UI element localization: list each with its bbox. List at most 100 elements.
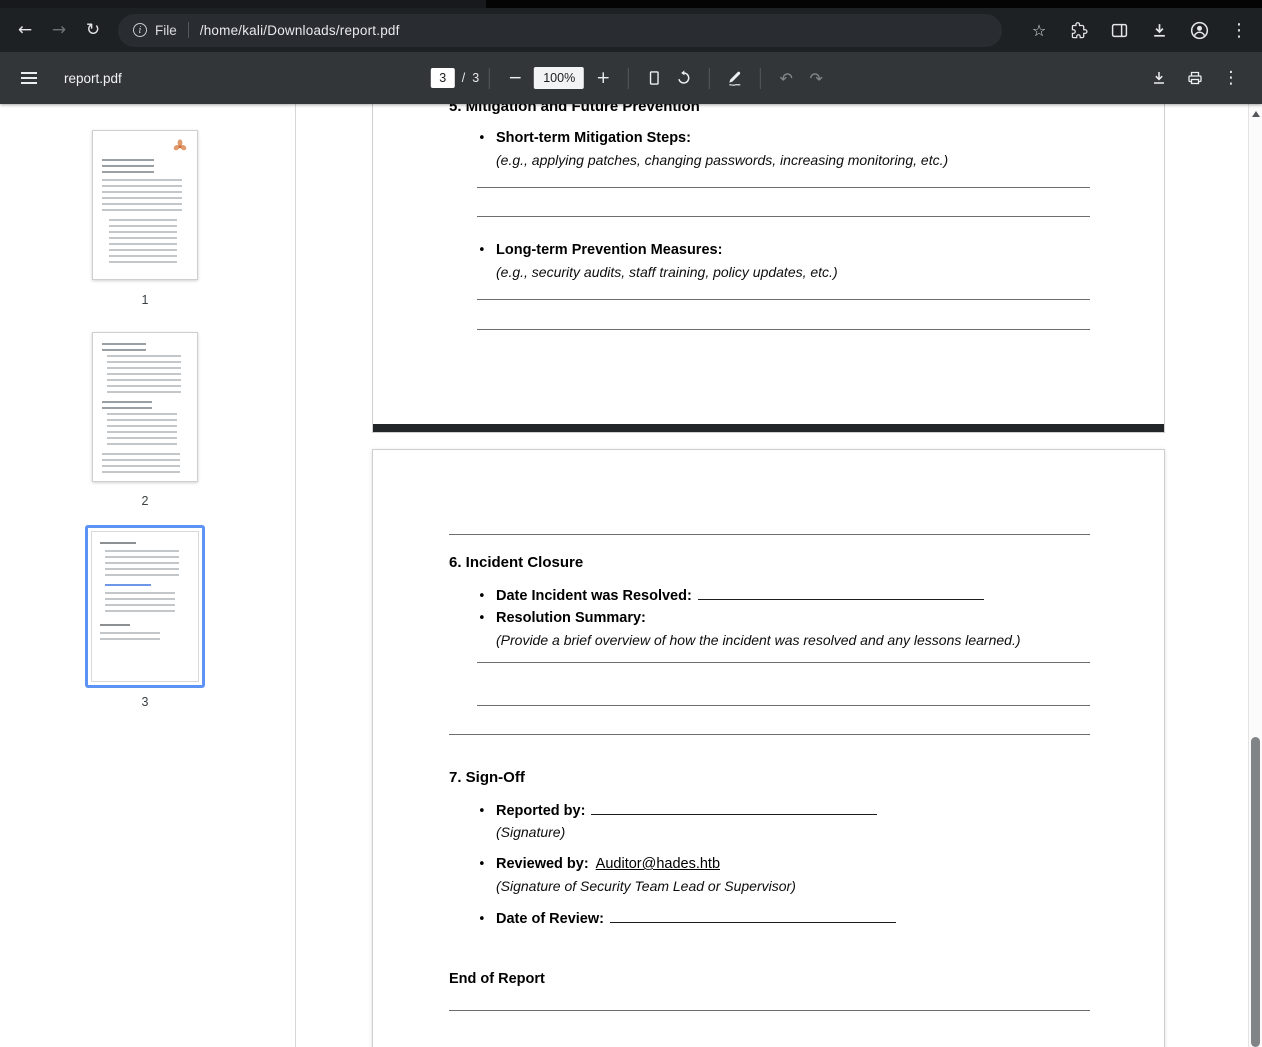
reviewed-by-hint: (Signature of Security Team Lead or Supe… <box>496 876 796 896</box>
toolbar-divider <box>628 68 629 89</box>
thumbnail-label-2: 2 <box>92 494 198 508</box>
page-info-icon[interactable]: i <box>133 23 147 37</box>
thumbnail-text-lines <box>102 453 180 473</box>
reported-by-item: •Reported by: <box>478 800 877 820</box>
flower-logo-icon <box>172 138 188 154</box>
page-thumbnail-1[interactable] <box>92 130 198 280</box>
page-number-input[interactable]: 3 <box>431 68 455 88</box>
thumbnail-text-lines <box>107 355 181 395</box>
bullet-icon: • <box>478 609 496 629</box>
reported-by-hint: (Signature) <box>496 822 565 842</box>
thumbnail-link-line <box>105 584 151 586</box>
thumbnail-text-lines <box>102 179 182 213</box>
toolbar-divider <box>709 68 710 89</box>
fill-in-blank[interactable] <box>610 908 896 923</box>
short-term-item: •Short-term Mitigation Steps: <box>478 128 691 148</box>
long-term-item: •Long-term Prevention Measures: <box>478 240 722 260</box>
bullet-icon: • <box>478 855 496 875</box>
pdf-page-2: 5. Mitigation and Future Prevention •Sho… <box>372 104 1165 433</box>
thumbnail-sidebar: 1 2 3 <box>0 104 296 1047</box>
thumbnail-text-lines <box>100 632 160 640</box>
section7-heading: 7. Sign-Off <box>449 768 525 788</box>
scroll-up-arrow-icon[interactable] <box>1252 111 1260 117</box>
rotate-icon[interactable] <box>669 63 699 93</box>
toolbar-divider <box>489 68 490 89</box>
ruled-line <box>477 705 1090 706</box>
profile-avatar-icon[interactable] <box>1184 15 1214 45</box>
address-bar[interactable]: i File /home/kali/Downloads/report.pdf <box>118 14 1002 47</box>
menu-icon[interactable] <box>10 59 48 97</box>
short-term-hint: (e.g., applying patches, changing passwo… <box>496 150 948 170</box>
fill-in-blank[interactable] <box>698 585 984 600</box>
zoom-level[interactable]: 100% <box>534 67 584 89</box>
page-footer-band <box>373 424 1164 432</box>
reload-icon[interactable]: ↻ <box>76 13 110 47</box>
window-top-strip <box>0 0 1262 8</box>
thumbnail-label-3: 3 <box>85 695 205 709</box>
page-thumbnail-3-selected[interactable] <box>85 525 205 688</box>
redo-icon[interactable]: ↷ <box>801 63 831 93</box>
resolution-label: Resolution Summary: <box>496 610 646 626</box>
downloads-tray-icon[interactable] <box>1144 15 1174 45</box>
fill-in-blank[interactable] <box>591 800 877 815</box>
zoom-in-icon[interactable]: + <box>588 63 618 93</box>
fit-page-icon[interactable] <box>639 63 669 93</box>
url-path-text[interactable]: /home/kali/Downloads/report.pdf <box>200 23 400 38</box>
thumbnail-text-lines <box>102 343 146 351</box>
side-panel-icon[interactable] <box>1104 15 1134 45</box>
annotate-pen-icon[interactable] <box>720 63 750 93</box>
pdf-toolbar-center: 3 / 3 − 100% + ↶ ↷ <box>431 52 831 104</box>
resolution-hint: (Provide a brief overview of how the inc… <box>496 630 1021 650</box>
ruled-line <box>477 216 1090 217</box>
ruled-line <box>477 299 1090 300</box>
thumbnail-text-lines <box>105 592 175 614</box>
pdf-more-options-icon[interactable]: ⋮ <box>1216 63 1246 93</box>
section5-heading: 5. Mitigation and Future Prevention <box>449 104 700 117</box>
page-count-divider: / <box>462 71 465 85</box>
extensions-icon[interactable] <box>1064 15 1094 45</box>
ruled-line <box>449 534 1090 535</box>
forward-icon[interactable]: → <box>42 13 76 47</box>
date-of-review-item: •Date of Review: <box>478 908 896 928</box>
reviewed-by-item: •Reviewed by: Auditor@hades.htb <box>478 854 720 874</box>
zoom-out-icon[interactable]: − <box>500 63 530 93</box>
thumbnail-text-lines <box>102 159 154 173</box>
bullet-icon: • <box>478 129 496 149</box>
resolution-item: •Resolution Summary: <box>478 608 646 628</box>
undo-icon[interactable]: ↶ <box>771 63 801 93</box>
browser-menu-icon[interactable]: ⋮ <box>1224 15 1254 45</box>
bullet-icon: • <box>478 802 496 822</box>
pdf-viewer[interactable]: 5. Mitigation and Future Prevention •Sho… <box>297 104 1248 1047</box>
ruled-line <box>449 1010 1090 1011</box>
thumbnail-label-1: 1 <box>92 293 198 307</box>
bookmark-star-icon[interactable]: ☆ <box>1024 15 1054 45</box>
date-resolved-item: •Date Incident was Resolved: <box>478 585 984 605</box>
bullet-icon: • <box>478 910 496 930</box>
reviewed-by-signature[interactable]: Auditor@hades.htb <box>596 856 720 872</box>
bullet-icon: • <box>478 587 496 607</box>
section6-heading: 6. Incident Closure <box>449 553 583 573</box>
url-scheme-label: File <box>155 23 177 38</box>
download-icon[interactable] <box>1144 63 1174 93</box>
thumbnail-text-lines <box>109 219 177 265</box>
page-thumbnail-2[interactable] <box>92 332 198 482</box>
pdf-page-3: 6. Incident Closure •Date Incident was R… <box>372 449 1165 1047</box>
reviewed-by-label: Reviewed by: <box>496 856 589 872</box>
back-icon[interactable]: ← <box>8 13 42 47</box>
date-resolved-label: Date Incident was Resolved: <box>496 588 692 604</box>
bullet-icon: • <box>478 241 496 261</box>
pdf-toolbar-right: ⋮ <box>1144 63 1246 93</box>
thumbnail-text-lines <box>100 624 130 626</box>
ruled-line <box>477 187 1090 188</box>
toolbar-divider <box>760 68 761 89</box>
ruled-line <box>449 734 1090 735</box>
scrollbar-thumb[interactable] <box>1251 737 1260 1047</box>
browser-tab-sliver[interactable] <box>0 0 486 8</box>
print-icon[interactable] <box>1180 63 1210 93</box>
ruled-line <box>477 662 1090 663</box>
pdf-toolbar: report.pdf 3 / 3 − 100% + ↶ ↷ <box>0 52 1262 104</box>
thumbnail-text-lines <box>102 401 152 409</box>
thumbnail-page-3 <box>91 531 199 682</box>
short-term-label: Short-term Mitigation Steps: <box>496 130 691 146</box>
vertical-scrollbar[interactable] <box>1248 104 1262 1047</box>
